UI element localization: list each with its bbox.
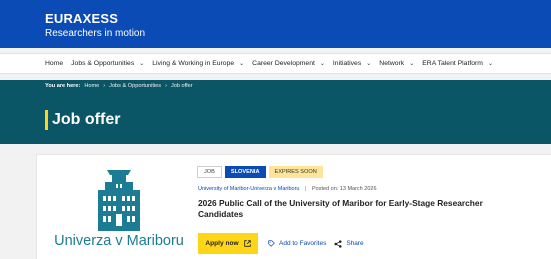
external-link-icon [243, 240, 251, 247]
site-logo[interactable]: EURAXESS [45, 11, 118, 26]
breadcrumb: You are here: Home › Jobs & Opportunitie… [45, 83, 193, 89]
chevron-down-icon: ⌄ [366, 61, 372, 67]
breadcrumb-prefix: You are here: [45, 83, 81, 89]
expires-soon-badge: EXPIRES SOON [268, 166, 323, 178]
tag-icon [268, 240, 275, 247]
nav-item-initiatives[interactable]: Initiatives ⌄ [333, 60, 371, 67]
job-badges: JOB SLOVENIA EXPIRES SOON [197, 166, 326, 178]
share-link[interactable]: Share [334, 239, 364, 248]
chevron-down-icon: ⌄ [487, 61, 493, 67]
chevron-down-icon: ⌄ [139, 61, 145, 67]
breadcrumb-separator: › [103, 83, 106, 89]
university-logo: Univerza v Mariboru [48, 162, 190, 248]
posted-date: Posted on: 13 March 2026 [311, 186, 377, 192]
add-to-favorites-label: Add to Favorites [279, 240, 327, 247]
job-actions: Apply now Add to Favorites Share [198, 233, 364, 254]
chevron-down-icon: ⌄ [319, 61, 325, 67]
nav-item-living-working[interactable]: Living & Working in Europe ⌄ [152, 60, 244, 67]
add-to-favorites-link[interactable]: Add to Favorites [268, 240, 326, 247]
nav-item-career-development[interactable]: Career Development ⌄ [252, 60, 325, 67]
breadcrumb-jobs-link[interactable]: Jobs & Opportunities [109, 83, 161, 89]
job-title: 2026 Public Call of the University of Ma… [198, 198, 483, 219]
job-meta: University of Maribor-Univerza v Maribor… [198, 186, 377, 192]
nav-item-label: ERA Talent Platform [422, 60, 483, 67]
site-tagline: Researchers in motion [45, 28, 146, 39]
country-badge: SLOVENIA [224, 166, 266, 178]
nav-item-label: Network [379, 60, 405, 67]
apply-now-button[interactable]: Apply now [198, 233, 258, 254]
meta-separator: | [305, 186, 307, 192]
breadcrumb-current: Job offer [170, 83, 193, 89]
nav-item-label: Home [45, 60, 64, 67]
share-label: Share [346, 240, 364, 247]
organisation-link[interactable]: University of Maribor-Univerza v Maribor… [198, 186, 299, 192]
breadcrumb-home-link[interactable]: Home [84, 83, 99, 89]
nav-item-jobs-opportunities[interactable]: Jobs & Opportunities ⌄ [71, 60, 144, 67]
job-type-badge: JOB [197, 166, 222, 178]
main-nav: Home Jobs & Opportunities ⌄ Living & Work… [0, 53, 551, 74]
breadcrumb-separator: › [165, 83, 167, 89]
nav-item-label: Jobs & Opportunities [71, 60, 135, 67]
nav-item-network[interactable]: Network ⌄ [379, 60, 414, 67]
share-icon [334, 239, 342, 248]
site-header: EURAXESS Researchers in motion [0, 0, 551, 48]
logo-text: Univerza v Mariboru [54, 233, 184, 248]
title-accent-bar [45, 110, 48, 130]
nav-item-label: Career Development [252, 60, 315, 67]
nav-item-era-talent-platform[interactable]: ERA Talent Platform ⌄ [422, 60, 493, 67]
nav-item-label: Living & Working in Europe [152, 60, 235, 67]
nav-item-label: Initiatives [332, 60, 362, 67]
chevron-down-icon: ⌄ [409, 61, 415, 67]
nav-item-home[interactable]: Home [45, 60, 63, 67]
apply-now-label: Apply now [205, 240, 239, 247]
chevron-down-icon: ⌄ [239, 61, 245, 67]
page-title: Job offer [52, 111, 121, 128]
